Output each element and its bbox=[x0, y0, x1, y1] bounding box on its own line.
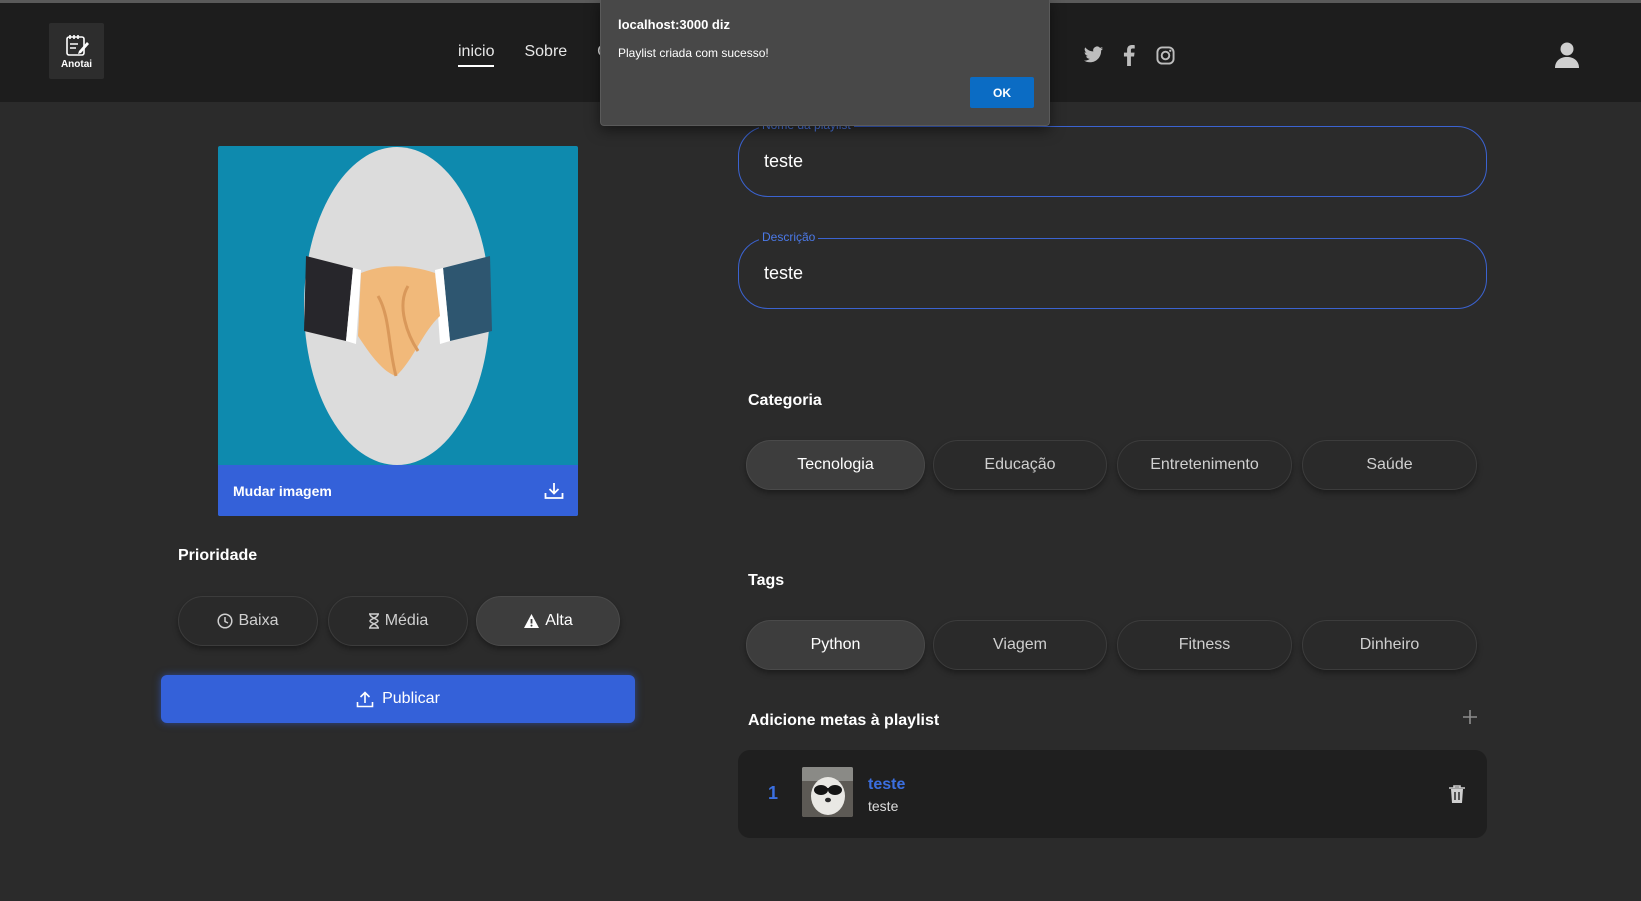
tag-viagem-button[interactable]: Viagem bbox=[933, 620, 1107, 670]
notepad-icon bbox=[65, 34, 89, 56]
priority-title: Prioridade bbox=[178, 547, 258, 564]
description-value: teste bbox=[764, 263, 804, 283]
goal-list-item[interactable]: 1 teste teste bbox=[738, 750, 1487, 838]
user-icon[interactable] bbox=[1554, 41, 1580, 69]
tags-title: Tags bbox=[748, 572, 785, 589]
app-logo[interactable]: Anotai bbox=[49, 23, 104, 79]
category-educacao-label: Educação bbox=[984, 456, 1056, 473]
social-links bbox=[1082, 44, 1176, 66]
category-title: Categoria bbox=[748, 392, 822, 409]
tag-viagem-label: Viagem bbox=[993, 636, 1047, 653]
alert-title: localhost:3000 diz bbox=[618, 17, 730, 32]
tag-python-label: Python bbox=[810, 636, 861, 653]
nav-item-inicio[interactable]: inicio bbox=[458, 43, 495, 67]
category-entretenimento-label: Entretenimento bbox=[1150, 456, 1259, 473]
plus-icon[interactable] bbox=[1461, 708, 1479, 726]
priority-media-label: Média bbox=[384, 612, 429, 629]
priority-baixa-label: Baixa bbox=[238, 612, 279, 629]
dog-photo bbox=[802, 767, 853, 817]
playlist-image-card: Mudar imagem bbox=[218, 146, 578, 516]
category-tecnologia-label: Tecnologia bbox=[797, 456, 874, 473]
twitter-icon[interactable] bbox=[1082, 44, 1104, 66]
tag-dinheiro-button[interactable]: Dinheiro bbox=[1302, 620, 1477, 670]
browser-alert-dialog: localhost:3000 diz Playlist criada com s… bbox=[600, 0, 1050, 126]
facebook-icon[interactable] bbox=[1118, 44, 1140, 66]
playlist-name-field[interactable]: Nome da playlist teste bbox=[738, 118, 1487, 197]
change-image-button[interactable]: Mudar imagem bbox=[218, 465, 578, 516]
upload-icon bbox=[356, 690, 374, 707]
alert-ok-button[interactable]: OK bbox=[970, 77, 1034, 108]
description-legend: Descrição bbox=[759, 230, 819, 244]
tag-python-button[interactable]: Python bbox=[746, 620, 925, 670]
goal-index: 1 bbox=[768, 783, 779, 803]
goal-description: teste bbox=[868, 798, 899, 814]
category-saude-label: Saúde bbox=[1366, 456, 1413, 473]
priority-media-button[interactable]: Média bbox=[328, 596, 468, 646]
publish-button[interactable]: Publicar bbox=[161, 675, 635, 723]
trash-icon[interactable] bbox=[1448, 784, 1466, 804]
instagram-icon[interactable] bbox=[1154, 44, 1176, 66]
tag-fitness-label: Fitness bbox=[1178, 636, 1231, 653]
tag-dinheiro-label: Dinheiro bbox=[1359, 636, 1420, 653]
category-entretenimento-button[interactable]: Entretenimento bbox=[1117, 440, 1292, 490]
description-field[interactable]: Descrição teste bbox=[738, 230, 1487, 309]
main-nav: inicio Sobre C bbox=[458, 43, 607, 67]
category-educacao-button[interactable]: Educação bbox=[933, 440, 1107, 490]
priority-baixa-button[interactable]: Baixa bbox=[178, 596, 318, 646]
handshake-illustration bbox=[304, 147, 492, 465]
download-icon bbox=[544, 482, 564, 499]
logo-text: Anotai bbox=[60, 58, 93, 70]
hourglass-icon bbox=[368, 613, 379, 629]
alert-message: Playlist criada com sucesso! bbox=[618, 46, 769, 60]
warning-icon bbox=[524, 614, 540, 628]
goal-thumbnail bbox=[802, 767, 853, 817]
priority-alta-label: Alta bbox=[545, 612, 573, 629]
priority-alta-button[interactable]: Alta bbox=[476, 596, 620, 646]
publish-label: Publicar bbox=[382, 690, 440, 707]
goal-title[interactable]: teste bbox=[868, 776, 905, 794]
tag-fitness-button[interactable]: Fitness bbox=[1117, 620, 1292, 670]
category-saude-button[interactable]: Saúde bbox=[1302, 440, 1477, 490]
category-tecnologia-button[interactable]: Tecnologia bbox=[746, 440, 925, 490]
playlist-name-value: teste bbox=[764, 151, 804, 171]
change-image-label: Mudar imagem bbox=[233, 482, 332, 499]
goals-title: Adicione metas à playlist bbox=[748, 712, 940, 729]
nav-item-sobre[interactable]: Sobre bbox=[524, 43, 567, 67]
clock-icon bbox=[217, 613, 234, 629]
